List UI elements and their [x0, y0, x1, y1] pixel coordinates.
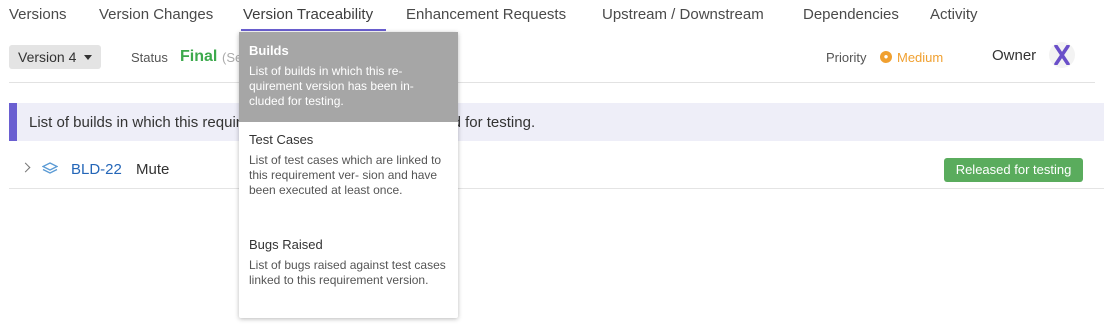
- dropdown-item-description: List of test cases which are linked to t…: [249, 153, 442, 197]
- version-toolbar: Version 4 Status Final (Se Priority ● Me…: [0, 42, 1111, 72]
- build-layers-icon: [41, 162, 59, 181]
- dropdown-item-title: Bugs Raised: [249, 237, 323, 252]
- version-select[interactable]: Version 4: [9, 45, 101, 69]
- owner-avatar[interactable]: [1049, 42, 1075, 68]
- toolbar-divider: [9, 82, 1095, 83]
- dropdown-item-bugs-raised[interactable]: Bugs Raised List of bugs raised against …: [239, 237, 458, 312]
- dropdown-item-test-cases[interactable]: Test Cases List of test cases which are …: [239, 132, 458, 222]
- status-badge: Released for testing: [944, 158, 1083, 182]
- build-id-link[interactable]: BLD-22: [71, 161, 122, 178]
- tab-version-changes[interactable]: Version Changes: [99, 6, 213, 23]
- chevron-right-icon[interactable]: [20, 162, 31, 173]
- caret-down-icon: [84, 54, 93, 60]
- tab-versions[interactable]: Versions: [9, 6, 67, 23]
- owner-label: Owner: [992, 47, 1037, 64]
- dropdown-item-description: List of bugs raised against test cases l…: [249, 258, 446, 287]
- tab-activity[interactable]: Activity: [930, 6, 978, 23]
- table-row[interactable]: BLD-22 Mute Released for testing: [9, 152, 1104, 189]
- tab-dependencies[interactable]: Dependencies: [803, 6, 899, 23]
- tab-upstream-downstream[interactable]: Upstream / Downstream: [602, 6, 764, 23]
- status-value: Final: [180, 48, 218, 65]
- version-select-label: Version 4: [18, 49, 77, 65]
- tab-bar: Versions Version Changes Version Traceab…: [0, 0, 1111, 31]
- active-tab-indicator: [241, 29, 386, 31]
- dropdown-item-builds[interactable]: Builds List of builds in which this re- …: [239, 32, 458, 122]
- dropdown-item-title: Test Cases: [249, 132, 314, 147]
- tab-version-traceability[interactable]: Version Traceability: [243, 6, 373, 23]
- owner-avatar-x-icon: [1054, 45, 1070, 65]
- status-label: Status: [131, 50, 168, 65]
- info-banner: List of builds in which this requirement…: [9, 103, 1104, 141]
- medium-priority-icon: ●: [880, 51, 892, 63]
- traceability-dropdown: Builds List of builds in which this re- …: [239, 32, 458, 318]
- priority-value[interactable]: Medium: [897, 50, 943, 65]
- dropdown-item-title: Builds: [249, 43, 289, 58]
- build-name: Mute: [136, 161, 170, 178]
- dropdown-item-description: List of builds in which this re- quireme…: [249, 64, 414, 108]
- priority-label: Priority: [826, 50, 867, 65]
- tab-enhancement-requests[interactable]: Enhancement Requests: [406, 6, 566, 23]
